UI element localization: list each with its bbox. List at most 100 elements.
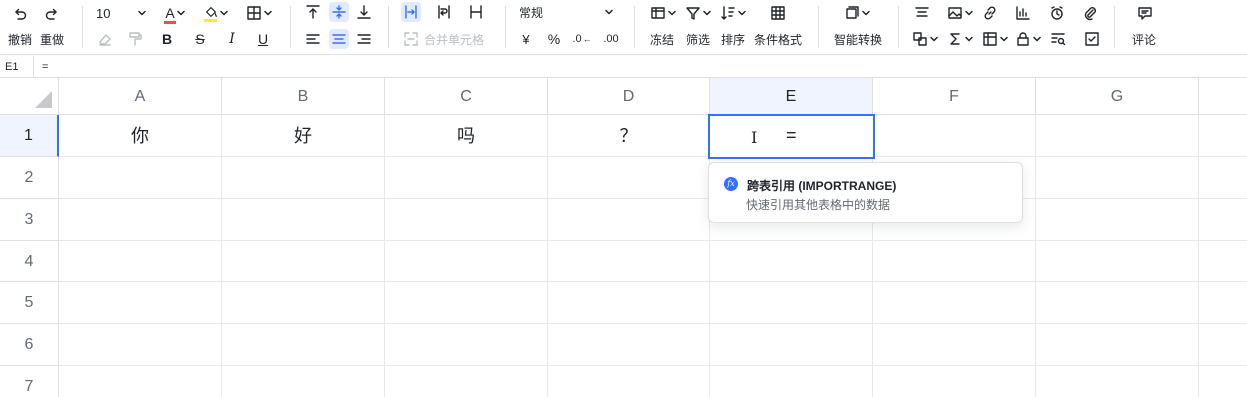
cell-c1[interactable]: 吗 <box>385 115 548 157</box>
borders-button[interactable] <box>244 3 274 23</box>
smart-convert-button[interactable]: 智能转换 <box>834 31 882 48</box>
cell-d6[interactable] <box>548 324 710 366</box>
row-header-7[interactable]: 7 <box>0 366 59 397</box>
cell-c6[interactable] <box>385 324 548 366</box>
active-cell-e1[interactable]: I = <box>708 114 875 159</box>
cell-h6[interactable] <box>1199 324 1247 366</box>
font-color-button[interactable]: A <box>160 2 190 24</box>
cell-e5[interactable] <box>710 282 873 324</box>
cell-f4[interactable] <box>873 241 1036 282</box>
cell-c7[interactable] <box>385 366 548 397</box>
percent-button[interactable]: % <box>545 29 563 49</box>
clock-icon[interactable] <box>1047 3 1067 23</box>
row-header-4[interactable]: 4 <box>0 241 59 282</box>
cell-f6[interactable] <box>873 324 1036 366</box>
cell-g1[interactable] <box>1036 115 1199 157</box>
cell-e4[interactable] <box>710 241 873 282</box>
column-header-d[interactable]: D <box>548 78 710 115</box>
smart-convert-icon[interactable] <box>841 3 873 23</box>
freeze-icon[interactable] <box>648 3 678 23</box>
cell-g2[interactable] <box>1036 157 1199 199</box>
row-header-6[interactable]: 6 <box>0 324 59 366</box>
undo-icon[interactable] <box>10 5 30 23</box>
cell-g5[interactable] <box>1036 282 1199 324</box>
conditional-format-icon[interactable] <box>768 3 788 23</box>
comment-button[interactable]: 评论 <box>1132 31 1156 48</box>
cell-a2[interactable] <box>59 157 222 199</box>
text-overflow-icon[interactable] <box>401 2 421 22</box>
number-format-select[interactable]: 常规 <box>519 2 619 22</box>
checkbox-icon[interactable] <box>1082 29 1102 49</box>
cell-h7[interactable] <box>1199 366 1247 397</box>
cell-b7[interactable] <box>222 366 385 397</box>
link-icon[interactable] <box>980 3 1000 23</box>
column-header-a[interactable]: A <box>59 78 222 115</box>
row-header-2[interactable]: 2 <box>0 157 59 199</box>
strikethrough-button[interactable]: S <box>191 30 209 48</box>
fill-color-button[interactable] <box>200 2 232 24</box>
undo-button[interactable]: 撤销 <box>8 31 32 48</box>
cell-reference[interactable]: E1 <box>0 56 34 78</box>
cell-a5[interactable] <box>59 282 222 324</box>
column-header-h[interactable] <box>1199 78 1247 115</box>
align-middle-icon[interactable] <box>329 2 349 22</box>
bold-button[interactable]: B <box>158 30 176 48</box>
currency-button[interactable]: ¥ <box>517 29 535 49</box>
formula-suggestion-popup[interactable]: fx 跨表引用 (IMPORTRANGE) 快速引用其他表格中的数据 <box>708 162 1023 223</box>
chart-icon[interactable] <box>1013 3 1033 23</box>
attachment-icon[interactable] <box>1080 3 1100 23</box>
cell-a7[interactable] <box>59 366 222 397</box>
underline-button[interactable]: U <box>254 30 272 48</box>
cell-a1[interactable]: 你 <box>59 115 222 157</box>
cell-a3[interactable] <box>59 199 222 241</box>
align-right-icon[interactable] <box>354 29 374 49</box>
cell-g4[interactable] <box>1036 241 1199 282</box>
lock-icon[interactable] <box>1013 29 1043 49</box>
filter-icon[interactable] <box>683 3 713 23</box>
cell-h5[interactable] <box>1199 282 1247 324</box>
text-wrap-icon[interactable] <box>434 2 454 22</box>
filter-button[interactable]: 筛选 <box>686 31 710 48</box>
align-left-icon[interactable] <box>303 29 323 49</box>
cell-e6[interactable] <box>710 324 873 366</box>
redo-button[interactable]: 重做 <box>40 31 64 48</box>
column-header-e[interactable]: E <box>710 78 873 115</box>
cell-e7[interactable] <box>710 366 873 397</box>
format-painter-icon[interactable] <box>126 30 144 48</box>
suggestion-title[interactable]: 跨表引用 (IMPORTRANGE) <box>747 177 896 194</box>
text-format-icon[interactable] <box>912 3 932 23</box>
cell-g6[interactable] <box>1036 324 1199 366</box>
column-header-g[interactable]: G <box>1036 78 1199 115</box>
find-icon[interactable] <box>1048 29 1068 49</box>
cell-h1[interactable] <box>1199 115 1247 157</box>
cell-c4[interactable] <box>385 241 548 282</box>
sort-button[interactable]: 排序 <box>721 31 745 48</box>
cell-b6[interactable] <box>222 324 385 366</box>
cell-b3[interactable] <box>222 199 385 241</box>
clear-format-icon[interactable] <box>96 30 114 48</box>
font-size-select[interactable]: 10 <box>96 3 148 23</box>
column-header-b[interactable]: B <box>222 78 385 115</box>
column-header-f[interactable]: F <box>873 78 1036 115</box>
cell-a4[interactable] <box>59 241 222 282</box>
formula-input[interactable]: = <box>42 56 48 78</box>
pivot-table-icon[interactable] <box>980 29 1010 49</box>
cell-b4[interactable] <box>222 241 385 282</box>
cell-d4[interactable] <box>548 241 710 282</box>
increase-decimal-button[interactable]: .00 <box>600 29 622 49</box>
cell-f1[interactable] <box>873 115 1036 157</box>
italic-button[interactable]: I <box>223 30 241 48</box>
conditional-format-button[interactable]: 条件格式 <box>754 31 802 48</box>
align-bottom-icon[interactable] <box>354 2 374 22</box>
freeze-button[interactable]: 冻结 <box>650 31 674 48</box>
select-all-corner[interactable] <box>0 78 59 115</box>
cell-b2[interactable] <box>222 157 385 199</box>
cell-h4[interactable] <box>1199 241 1247 282</box>
merge-cells-button[interactable]: 合并单元格 <box>403 29 495 49</box>
cell-d2[interactable] <box>548 157 710 199</box>
cell-d3[interactable] <box>548 199 710 241</box>
cell-c3[interactable] <box>385 199 548 241</box>
align-top-icon[interactable] <box>303 2 323 22</box>
cell-b5[interactable] <box>222 282 385 324</box>
cell-f5[interactable] <box>873 282 1036 324</box>
